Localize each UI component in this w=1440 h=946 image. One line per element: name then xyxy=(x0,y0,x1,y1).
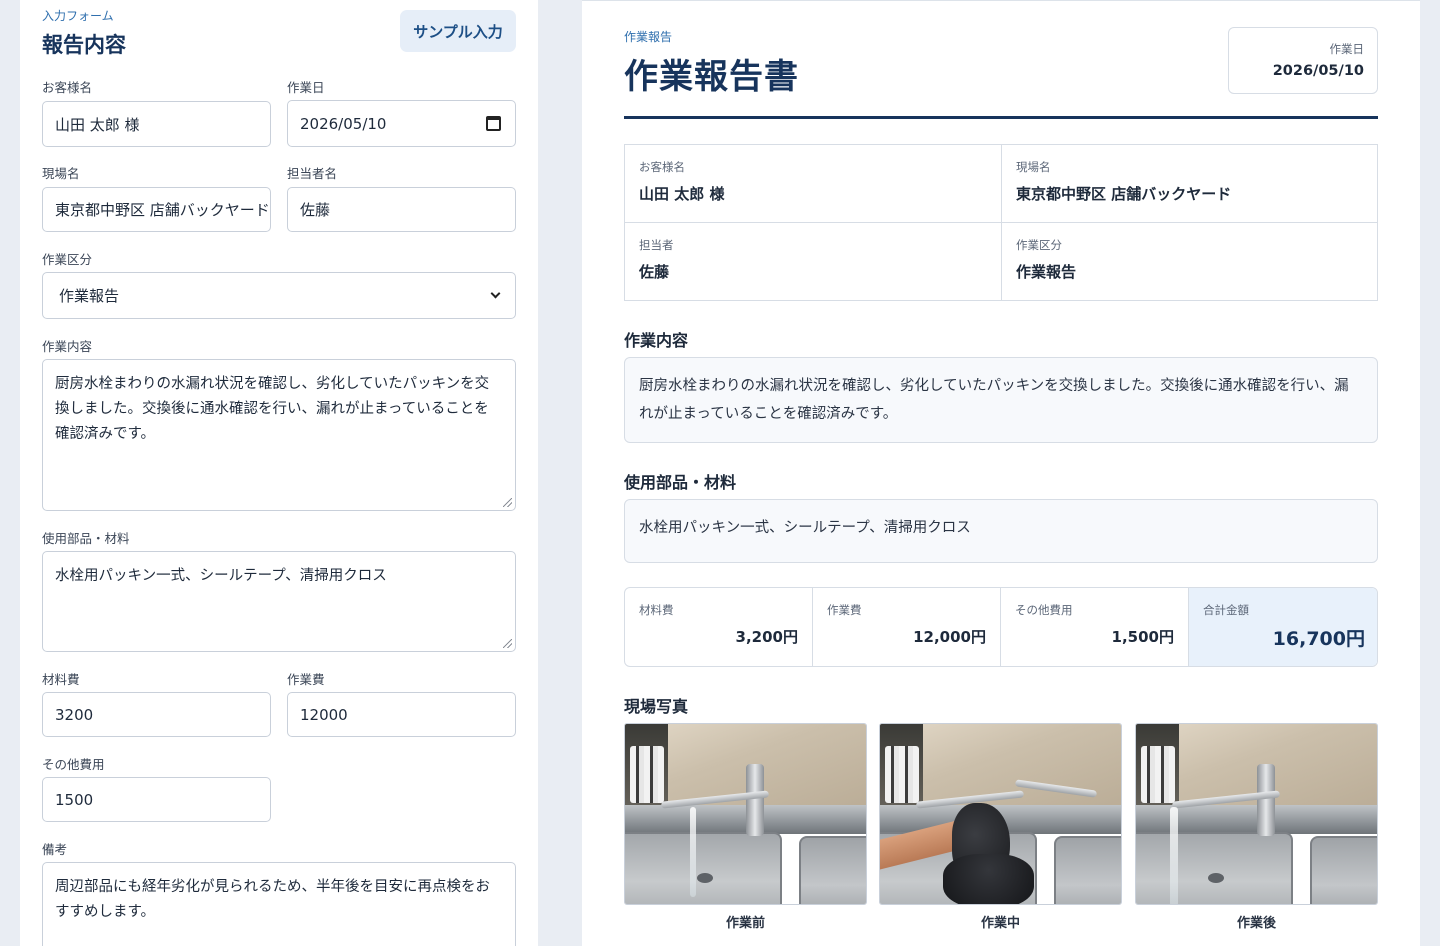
cost-cell-total: 合計金額 16,700円 xyxy=(1189,588,1377,666)
photo-caption: 作業前 xyxy=(725,916,765,931)
site-photos: 作業前 作業中 作業後 xyxy=(624,723,1378,933)
input-form-panel: 入力フォーム 報告内容 サンプル入力 お客様名 山田 太郎 様 作業日 2026… xyxy=(20,0,538,946)
material-cost-label: 材料費 xyxy=(42,672,80,687)
cost-cell-work: 作業費 12,000円 xyxy=(813,588,1001,666)
parts-textarea[interactable]: 水栓用パッキン一式、シールテープ、清掃用クロス xyxy=(42,551,516,652)
customer-input[interactable]: 山田 太郎 様 xyxy=(42,101,271,147)
parts-heading: 使用部品・材料 xyxy=(624,473,737,492)
content-heading: 作業内容 xyxy=(624,331,689,350)
total-value: 16,700円 xyxy=(1272,628,1365,650)
info-label: 現場名 xyxy=(1016,160,1051,174)
info-cell-customer: お客様名 山田 太郎 様 xyxy=(625,145,1002,223)
site-label: 現場名 xyxy=(42,166,80,181)
resize-handle-icon[interactable] xyxy=(503,498,512,507)
cost-cell-other: その他費用 1,500円 xyxy=(1001,588,1189,666)
cost-summary: 材料費 3,200円 作業費 12,000円 その他費用 1,500円 合計金額… xyxy=(624,587,1378,667)
date-input-value: 2026/05/10 xyxy=(300,114,387,133)
date-label: 作業日 xyxy=(287,80,325,95)
photo-caption: 作業後 xyxy=(1236,916,1276,931)
photos-heading: 現場写真 xyxy=(624,697,689,716)
work-cost-label: 作業費 xyxy=(287,672,325,687)
info-value: 東京都中野区 店舗バックヤード xyxy=(1016,185,1232,203)
content-textarea-value: 厨房水栓まわりの水漏れ状況を確認し、劣化していたパッキンを交換しました。交換後に… xyxy=(55,376,490,442)
report-info-grid: お客様名 山田 太郎 様 現場名 東京都中野区 店舗バックヤード 担当者 佐藤 … xyxy=(624,144,1378,301)
report-kicker: 作業報告 xyxy=(624,30,673,44)
info-cell-site: 現場名 東京都中野区 店舗バックヤード xyxy=(1002,145,1379,223)
cost-label: その他費用 xyxy=(1015,603,1073,617)
cost-value: 1,500円 xyxy=(1111,628,1174,646)
report-date-value: 2026/05/10 xyxy=(1272,63,1364,79)
cost-cell-material: 材料費 3,200円 xyxy=(625,588,813,666)
work-cost-input[interactable]: 12000 xyxy=(287,692,516,737)
other-cost-label: その他費用 xyxy=(42,757,105,772)
info-label: 作業区分 xyxy=(1016,238,1062,252)
sample-input-button[interactable]: サンプル入力 xyxy=(400,10,516,52)
staff-label: 担当者名 xyxy=(287,166,338,181)
staff-input[interactable]: 佐藤 xyxy=(287,187,516,232)
report-preview-panel: 作業報告 作業報告書 作業日 2026/05/10 お客様名 山田 太郎 様 現… xyxy=(582,0,1420,946)
info-value: 佐藤 xyxy=(639,263,670,281)
category-select-value: 作業報告 xyxy=(59,287,120,305)
info-cell-category: 作業区分 作業報告 xyxy=(1002,223,1379,301)
form-title: 報告内容 xyxy=(42,33,126,57)
customer-label: お客様名 xyxy=(42,80,93,95)
report-date-label: 作業日 xyxy=(1329,42,1365,56)
content-text-box: 厨房水栓まわりの水漏れ状況を確認し、劣化していたパッキンを交換しました。交換後に… xyxy=(624,357,1378,443)
photo-after[interactable] xyxy=(1135,723,1378,905)
resize-handle-icon[interactable] xyxy=(503,639,512,648)
parts-text-box: 水栓用パッキン一式、シールテープ、清掃用クロス xyxy=(624,499,1378,563)
cost-value: 3,200円 xyxy=(735,628,798,646)
title-divider xyxy=(624,116,1378,119)
cost-label: 作業費 xyxy=(827,603,862,617)
content-textarea[interactable]: 厨房水栓まわりの水漏れ状況を確認し、劣化していたパッキンを交換しました。交換後に… xyxy=(42,359,516,511)
info-label: 担当者 xyxy=(639,238,674,252)
other-cost-input[interactable]: 1500 xyxy=(42,777,271,822)
cost-value: 12,000円 xyxy=(913,628,986,646)
date-input[interactable]: 2026/05/10 xyxy=(287,100,516,147)
photo-caption: 作業中 xyxy=(980,916,1020,931)
info-value: 作業報告 xyxy=(1016,263,1077,281)
info-value: 山田 太郎 様 xyxy=(639,185,725,203)
report-date-box: 作業日 2026/05/10 xyxy=(1228,27,1378,94)
parts-label: 使用部品・材料 xyxy=(42,531,130,546)
info-cell-staff: 担当者 佐藤 xyxy=(625,223,1002,301)
category-label: 作業区分 xyxy=(42,252,93,267)
photo-before[interactable] xyxy=(624,723,867,905)
parts-textarea-value: 水栓用パッキン一式、シールテープ、清掃用クロス xyxy=(55,568,387,584)
form-kicker: 入力フォーム xyxy=(42,9,114,23)
calendar-icon[interactable] xyxy=(486,115,501,131)
total-label: 合計金額 xyxy=(1203,603,1249,617)
chevron-down-icon xyxy=(490,288,501,298)
cost-label: 材料費 xyxy=(639,603,674,617)
remarks-textarea-value: 周辺部品にも経年劣化が見られるため、半年後を目安に再点検をおすすめします。 xyxy=(55,879,490,920)
report-title: 作業報告書 xyxy=(624,57,799,97)
category-select[interactable]: 作業報告 xyxy=(42,272,516,319)
content-label: 作業内容 xyxy=(42,339,93,354)
remarks-label: 備考 xyxy=(42,842,68,857)
info-label: お客様名 xyxy=(639,160,685,174)
remarks-textarea[interactable]: 周辺部品にも経年劣化が見られるため、半年後を目安に再点検をおすすめします。 xyxy=(42,862,516,946)
site-input[interactable]: 東京都中野区 店舗バックヤード xyxy=(42,187,271,232)
material-cost-input[interactable]: 3200 xyxy=(42,692,271,737)
photo-during[interactable] xyxy=(879,723,1122,905)
